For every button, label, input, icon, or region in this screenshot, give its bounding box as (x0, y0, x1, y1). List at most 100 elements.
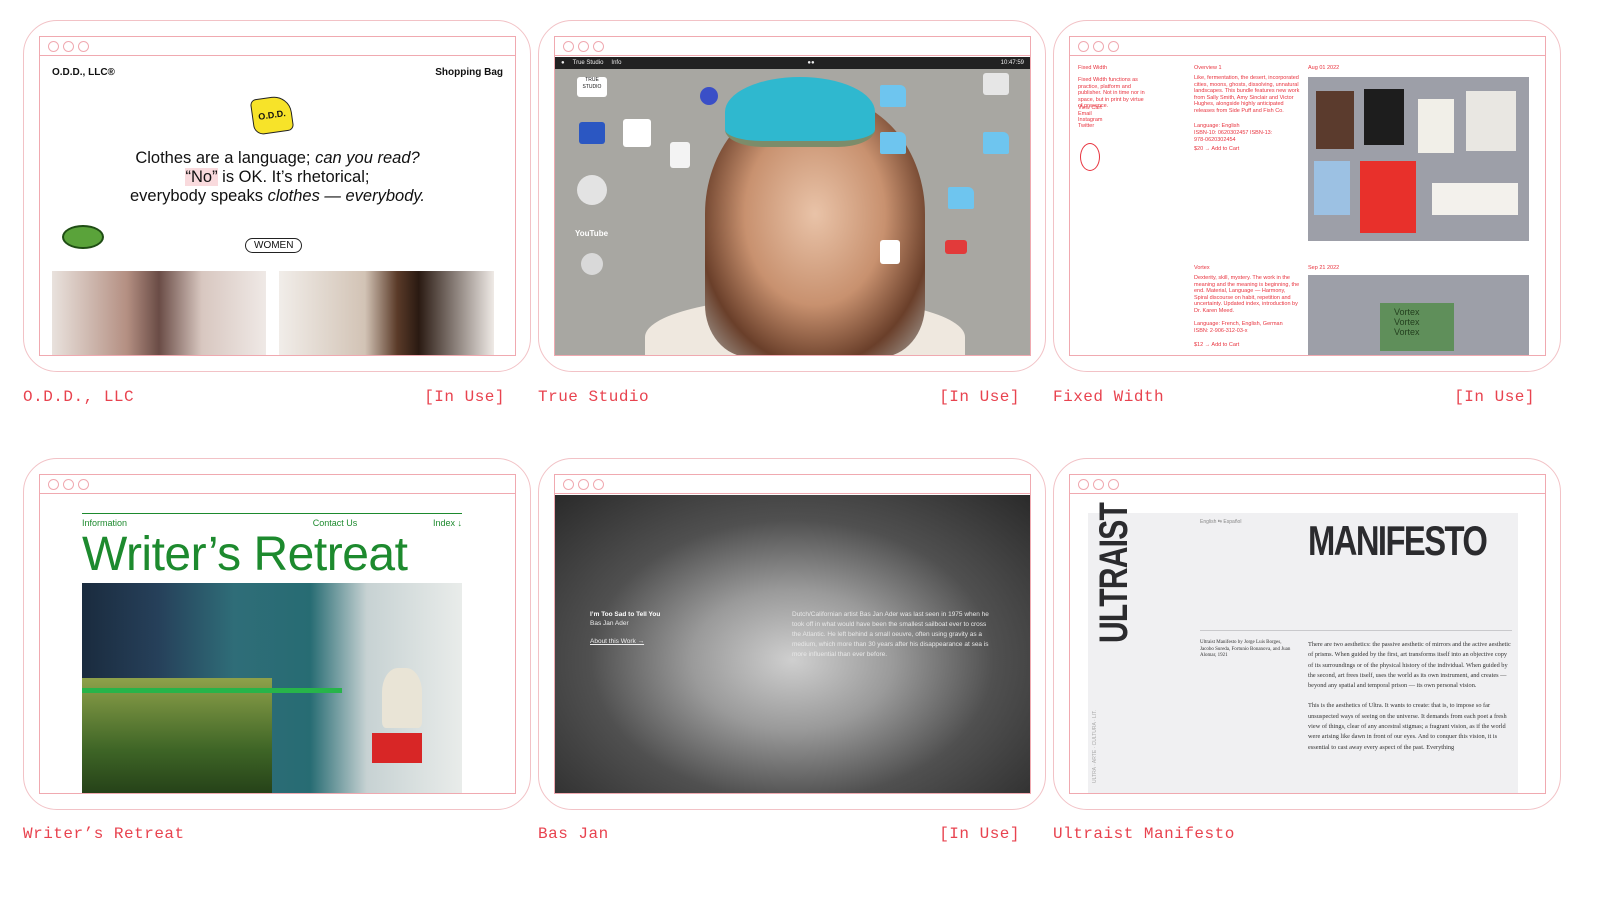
sticker-icon[interactable] (880, 240, 900, 264)
headline: Clothes are a language; can you read? “N… (129, 149, 425, 205)
site-preview: Information Contact Us Index ↓ Writer’s … (40, 495, 515, 793)
credit-text: Ultraist Manifesto by Jorge Luis Borges,… (1200, 640, 1291, 658)
manifesto-heading: MANIFESTO (1308, 517, 1488, 564)
folder-icon[interactable] (880, 132, 906, 154)
card-title[interactable]: Ultraist Manifesto (1053, 825, 1235, 843)
browser-window: I’m Too Sad to Tell You Bas Jan Ader Abo… (554, 474, 1031, 794)
book-cover (1432, 183, 1518, 215)
card-bas-jan[interactable]: I’m Too Sad to Tell You Bas Jan Ader Abo… (538, 458, 1046, 810)
brand-name[interactable]: Fixed Width (1078, 65, 1148, 72)
product-photo[interactable] (1308, 77, 1529, 241)
person-cap (725, 77, 875, 147)
status-label: [In Use] (424, 388, 505, 406)
about-link[interactable]: About this Work → (590, 638, 644, 645)
product-photo[interactable] (279, 271, 494, 355)
book-cover (1314, 161, 1350, 215)
document-icon[interactable] (623, 119, 651, 147)
work-title: I’m Too Sad to Tell You Bas Jan Ader Abo… (590, 611, 661, 645)
window-dot-icon (593, 478, 604, 490)
title-bar (555, 475, 1030, 494)
link-twitter[interactable]: Twitter (1078, 123, 1094, 130)
writer-figure (382, 668, 422, 728)
mail-icon[interactable] (945, 240, 967, 254)
title-bar (40, 37, 515, 56)
item-body: Like, fermentation, the desert, incorpor… (1194, 75, 1300, 114)
nav-index[interactable]: Index ↓ (433, 518, 462, 528)
browser-window: Fixed Width Fixed Width functions as pra… (1069, 36, 1546, 356)
item-date: Sep 21 2022 (1308, 265, 1340, 271)
card-title[interactable]: True Studio (538, 388, 649, 406)
window-dot-icon (1108, 40, 1119, 52)
true-studio-logo-icon[interactable]: TRUE STUDIO (577, 77, 607, 97)
language-switch[interactable]: English ⇆ Español (1200, 519, 1241, 525)
flag-logo-icon: O.D.D. (249, 94, 295, 136)
window-dot-icon (1108, 478, 1119, 490)
add-to-cart-link[interactable]: $12 → Add to Cart (1194, 342, 1239, 349)
trees (82, 678, 272, 793)
item-language: Language: English (1194, 123, 1240, 129)
help-icon[interactable] (700, 87, 718, 105)
window-dot-icon (1093, 478, 1104, 490)
eyes-icon: ●● (807, 60, 815, 66)
window-dot-icon (593, 40, 604, 52)
card-true-studio[interactable]: ● True Studio Info ●● 10:47:59 TRUE STUD… (538, 20, 1046, 372)
product-photo[interactable] (52, 271, 266, 355)
card-title[interactable]: Bas Jan (538, 825, 609, 843)
window-dot-icon (48, 478, 59, 490)
title-bar (1070, 37, 1545, 56)
title-bar (40, 475, 515, 494)
site-preview: I’m Too Sad to Tell You Bas Jan Ader Abo… (555, 495, 1030, 793)
app-name[interactable]: True Studio (573, 60, 604, 66)
folder-icon[interactable] (880, 85, 906, 107)
face-doodle-icon (1080, 143, 1100, 171)
book-cover (1418, 99, 1454, 153)
women-button[interactable]: WOMEN (245, 238, 303, 253)
menu-info[interactable]: Info (611, 60, 621, 66)
card-ultraist[interactable]: ULTRAIST English ⇆ Español MANIFESTO Ult… (1053, 458, 1561, 810)
book-cover (1364, 89, 1404, 145)
folder-icon[interactable] (983, 132, 1009, 154)
window-dot-icon (78, 478, 89, 490)
item-isbn: ISBN: 2-906-312-03-x (1194, 328, 1248, 334)
card-title[interactable]: O.D.D., LLC (23, 388, 134, 406)
item-body: Dexterity, skill, mystery. The work in t… (1194, 275, 1300, 314)
clock: 10:47:59 (1000, 60, 1025, 66)
cd-icon[interactable] (577, 175, 607, 205)
item-language: Language: French, English, German (1194, 321, 1283, 327)
window-dot-icon (63, 40, 74, 52)
browser-window: O.D.D., LLC® Shopping Bag O.D.D. Clothes… (39, 36, 516, 356)
product-photo[interactable]: Vortex Vortex Vortex (1308, 275, 1529, 355)
window-dot-icon (578, 478, 589, 490)
shopping-bag-link[interactable]: Shopping Bag (435, 67, 503, 78)
window-dot-icon (1078, 40, 1089, 52)
site-logo[interactable]: O.D.D., LLC® (52, 67, 115, 78)
youtube-icon[interactable]: YouTube (575, 229, 609, 241)
item-title[interactable]: Overview 1 (1194, 65, 1222, 72)
green-ashtray-icon (62, 225, 104, 249)
status-label: [In Use] (1454, 388, 1535, 406)
card-fixed-width[interactable]: Fixed Width Fixed Width functions as pra… (1053, 20, 1561, 372)
apple-icon[interactable]: ● (561, 60, 565, 66)
add-to-cart-link[interactable]: $20 → Add to Cart (1194, 146, 1239, 153)
vortex-book: Vortex Vortex Vortex (1380, 303, 1454, 351)
card-title[interactable]: Fixed Width (1053, 388, 1164, 406)
title-bar (1070, 475, 1545, 494)
pdf-icon[interactable] (670, 142, 690, 168)
folder-icon[interactable] (948, 187, 974, 209)
card-writers-retreat[interactable]: Information Contact Us Index ↓ Writer’s … (23, 458, 531, 810)
drive-icon[interactable] (983, 73, 1009, 95)
item-title[interactable]: Vortex (1194, 265, 1210, 272)
title-bar (555, 37, 1030, 56)
card-odd[interactable]: O.D.D., LLC® Shopping Bag O.D.D. Clothes… (23, 20, 531, 372)
browser-window: ● True Studio Info ●● 10:47:59 TRUE STUD… (554, 36, 1031, 356)
status-label: [In Use] (939, 388, 1020, 406)
card-title[interactable]: Writer’s Retreat (23, 825, 185, 843)
site-heading: Writer’s Retreat (82, 528, 408, 581)
book-cover (1466, 91, 1516, 151)
work-description: Dutch/Californian artist Bas Jan Ader wa… (792, 611, 989, 658)
side-caption: ULTRA · ARTE · CULTURA · LIT. (1092, 709, 1098, 783)
computer-icon[interactable] (579, 122, 605, 144)
window-dot-icon (563, 478, 574, 490)
manifesto-body: There are two aesthetics: the passive ae… (1308, 641, 1511, 751)
disk-icon[interactable] (581, 253, 603, 275)
